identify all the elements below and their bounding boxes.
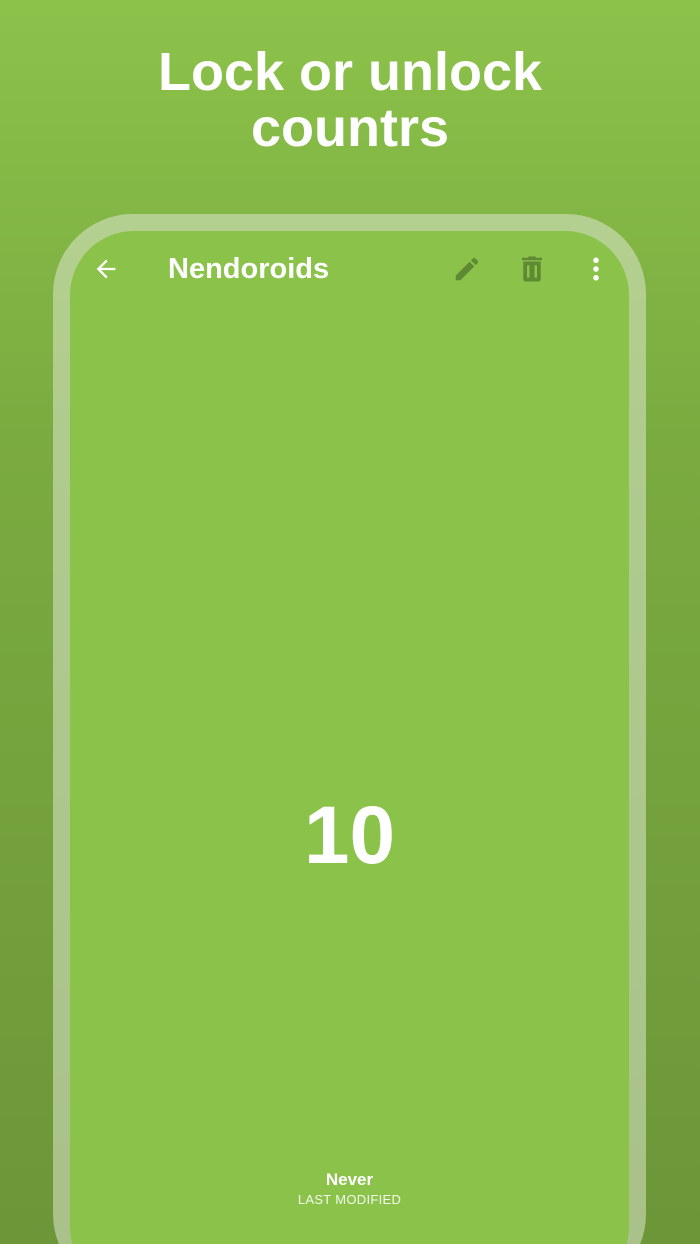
edit-button[interactable]: [449, 251, 485, 287]
more-options-button[interactable]: [578, 251, 614, 287]
trash-icon: [522, 256, 542, 282]
toolbar: Nendoroids: [70, 231, 629, 307]
back-button[interactable]: [90, 253, 122, 285]
delete-button[interactable]: [514, 251, 550, 287]
counter-screen: Nendoroids 10 Never LAST MODIFIED: [70, 231, 629, 1244]
arrow-back-icon: [96, 259, 116, 279]
last-modified-value: Never: [325, 1170, 374, 1189]
more-vert-icon: [593, 257, 599, 281]
counter-value[interactable]: 10: [70, 791, 629, 881]
promo-headline: Lock or unlock countrs: [0, 44, 700, 156]
headline-line-2: countrs: [250, 98, 450, 158]
pencil-icon: [455, 257, 479, 281]
last-modified: Never LAST MODIFIED: [70, 1169, 629, 1209]
counter-title: Nendoroids: [168, 253, 330, 285]
last-modified-label: LAST MODIFIED: [297, 1192, 402, 1207]
headline-line-1: Lock or unlock: [157, 42, 543, 102]
